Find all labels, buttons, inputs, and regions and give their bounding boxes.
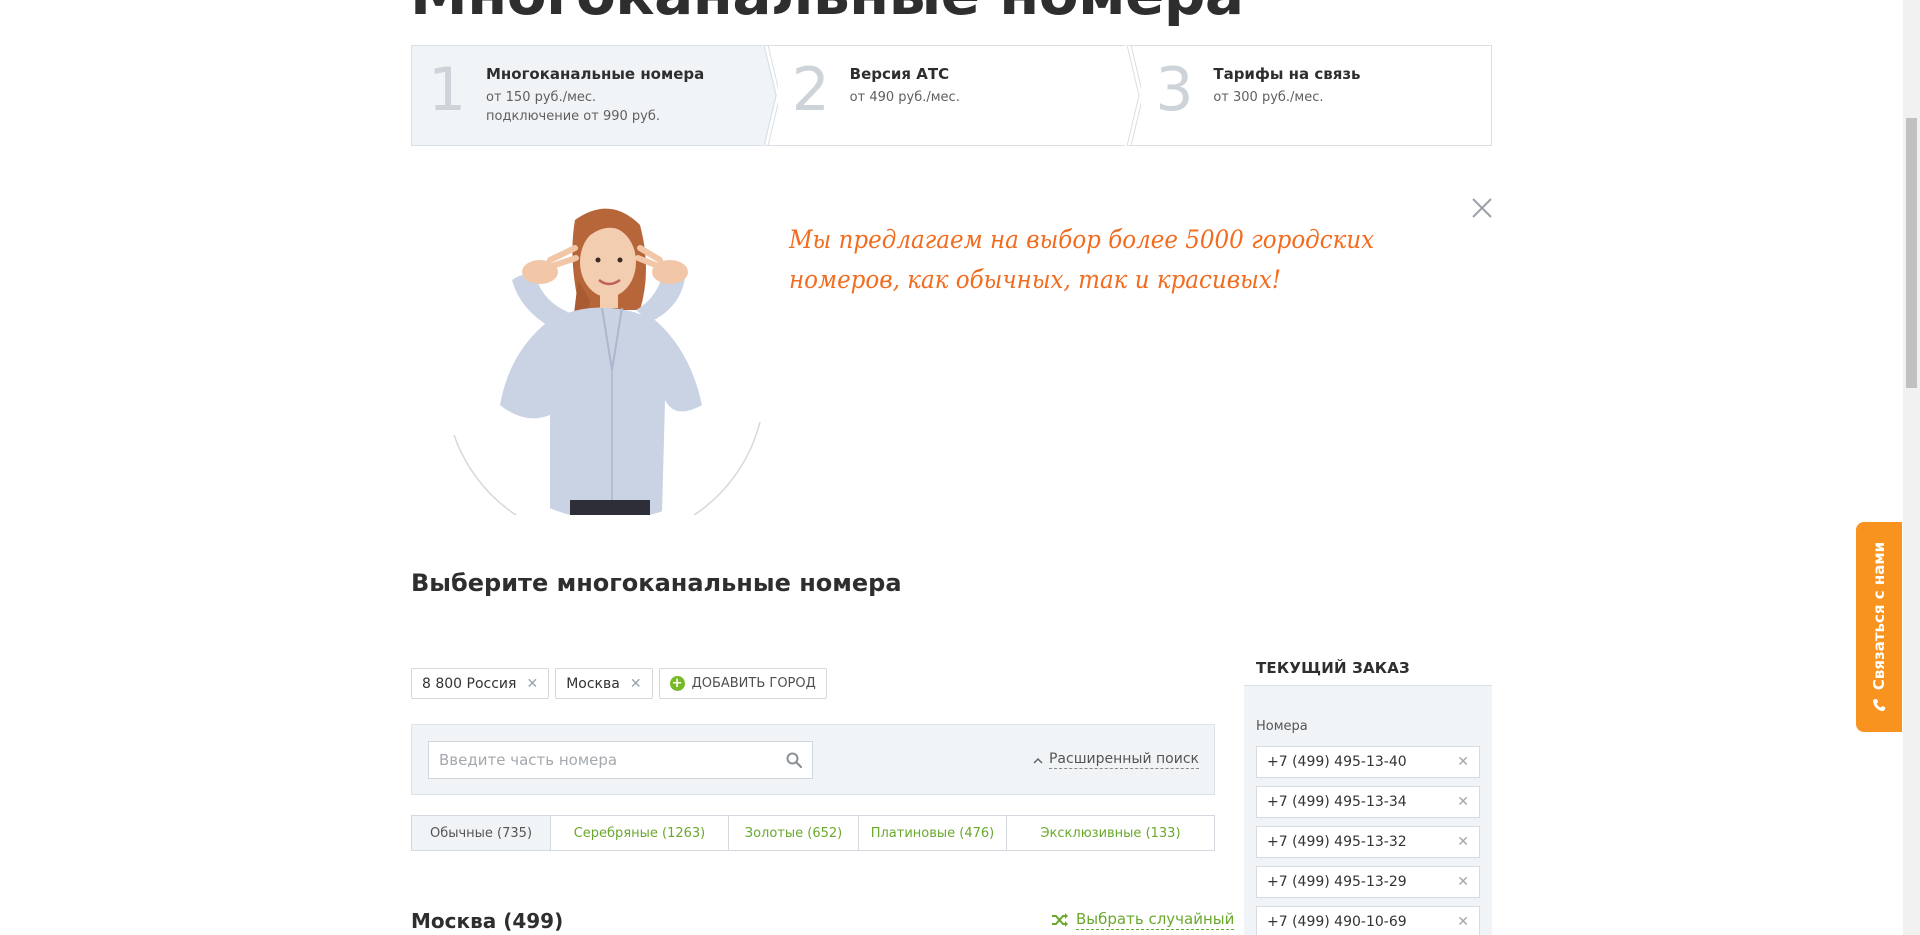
order-number-item: +7 (499) 495-13-32 ✕ bbox=[1256, 826, 1480, 858]
remove-number-icon[interactable]: ✕ bbox=[1457, 834, 1469, 850]
remove-number-icon[interactable]: ✕ bbox=[1457, 754, 1469, 770]
city-chip[interactable]: 8 800 Россия ✕ bbox=[411, 668, 550, 699]
order-number: +7 (499) 495-13-34 bbox=[1267, 794, 1407, 810]
phone-icon bbox=[1873, 699, 1886, 712]
step-chevron-icon bbox=[1125, 45, 1142, 146]
step-chevron-icon bbox=[761, 45, 778, 146]
tab-silver[interactable]: Серебряные (1263) bbox=[551, 816, 729, 850]
contact-us-label: Связаться с нами bbox=[1870, 541, 1889, 691]
city-chip-label: 8 800 Россия bbox=[422, 675, 517, 692]
number-category-tabs: Обычные (735) Серебряные (1263) Золотые … bbox=[411, 815, 1215, 851]
order-number-item: +7 (499) 495-13-29 ✕ bbox=[1256, 866, 1480, 898]
step-number: 1 bbox=[428, 55, 467, 125]
current-order-title: ТЕКУЩИЙ ЗАКАЗ bbox=[1244, 650, 1492, 686]
tab-regular[interactable]: Обычные (735) bbox=[412, 816, 551, 850]
order-number: +7 (499) 495-13-32 bbox=[1267, 834, 1407, 850]
shuffle-icon bbox=[1052, 913, 1068, 927]
order-number-item: +7 (499) 495-13-34 ✕ bbox=[1256, 786, 1480, 818]
remove-number-icon[interactable]: ✕ bbox=[1457, 874, 1469, 890]
order-steps: 1 Многоканальные номера от 150 руб./мес.… bbox=[411, 45, 1492, 146]
page-scrollbar[interactable] bbox=[1903, 0, 1920, 935]
order-number-item: +7 (499) 490-10-69 ✕ bbox=[1256, 906, 1480, 935]
step-title: Тарифы на связь bbox=[1213, 65, 1361, 83]
advanced-search-label: Расширенный поиск bbox=[1048, 751, 1199, 769]
city-chip-label: Москва bbox=[566, 675, 620, 692]
order-numbers-label: Номера bbox=[1256, 719, 1308, 734]
step-numbers[interactable]: 1 Многоканальные номера от 150 руб./мес.… bbox=[412, 45, 778, 146]
section-title: Выберите многоканальные номера bbox=[411, 569, 902, 597]
current-order-panel: ТЕКУЩИЙ ЗАКАЗ Номера +7 (499) 495-13-40 … bbox=[1244, 650, 1492, 935]
city-results-heading: Москва (499) bbox=[411, 909, 564, 933]
step-price: от 490 руб./мес. bbox=[849, 90, 960, 105]
search-box bbox=[428, 741, 813, 779]
add-city-button[interactable]: + Добавить город bbox=[658, 668, 827, 699]
advanced-search-toggle[interactable]: Расширенный поиск bbox=[1033, 751, 1199, 769]
step-title: Версия АТС bbox=[849, 65, 950, 83]
chevron-up-icon bbox=[1033, 752, 1043, 768]
page-title: Многоканальные номера bbox=[410, 0, 1244, 28]
scrollbar-thumb[interactable] bbox=[1906, 118, 1917, 388]
random-pick-label: Выбрать случайный bbox=[1076, 910, 1235, 930]
step-tariffs[interactable]: 3 Тарифы на связь от 300 руб./мес. bbox=[1127, 46, 1491, 145]
remove-number-icon[interactable]: ✕ bbox=[1457, 794, 1469, 810]
city-filter-chips: 8 800 Россия ✕ Москва ✕ + Добавить город bbox=[411, 668, 827, 699]
tab-platinum[interactable]: Платиновые (476) bbox=[859, 816, 1007, 850]
random-pick-button[interactable]: Выбрать случайный bbox=[1051, 910, 1235, 930]
promo-woman-photo bbox=[453, 208, 761, 515]
step-number: 2 bbox=[791, 55, 830, 125]
tab-gold[interactable]: Золотые (652) bbox=[729, 816, 859, 850]
remove-number-icon[interactable]: ✕ bbox=[1457, 914, 1469, 930]
step-title: Многоканальные номера bbox=[486, 65, 705, 83]
step-price: от 150 руб./мес. bbox=[486, 90, 597, 105]
search-input[interactable] bbox=[429, 742, 776, 778]
contact-us-tab[interactable]: Связаться с нами bbox=[1856, 522, 1902, 732]
remove-city-icon[interactable]: ✕ bbox=[526, 676, 538, 692]
close-promo-icon[interactable] bbox=[1470, 196, 1494, 220]
order-number: +7 (499) 495-13-29 bbox=[1267, 874, 1407, 890]
number-search-panel: Расширенный поиск bbox=[411, 724, 1215, 795]
plus-circle-icon: + bbox=[669, 676, 685, 691]
order-number-item: +7 (499) 495-13-40 ✕ bbox=[1256, 746, 1480, 778]
step-setup-price: подключение от 990 руб. bbox=[486, 109, 661, 124]
order-number: +7 (499) 495-13-40 bbox=[1267, 754, 1407, 770]
remove-city-icon[interactable]: ✕ bbox=[630, 676, 642, 692]
search-icon[interactable] bbox=[776, 742, 812, 778]
order-number: +7 (499) 490-10-69 bbox=[1267, 914, 1407, 930]
city-chip[interactable]: Москва ✕ bbox=[555, 668, 653, 699]
step-price: от 300 руб./мес. bbox=[1213, 90, 1324, 105]
tab-exclusive[interactable]: Эксклюзивные (133) bbox=[1007, 816, 1214, 850]
add-city-label: Добавить город bbox=[691, 676, 816, 691]
promo-slogan: Мы предлагаем на выбор более 5000 городс… bbox=[789, 225, 1375, 294]
step-pbx[interactable]: 2 Версия АТС от 490 руб./мес. bbox=[764, 45, 1142, 146]
step-number: 3 bbox=[1155, 55, 1194, 125]
